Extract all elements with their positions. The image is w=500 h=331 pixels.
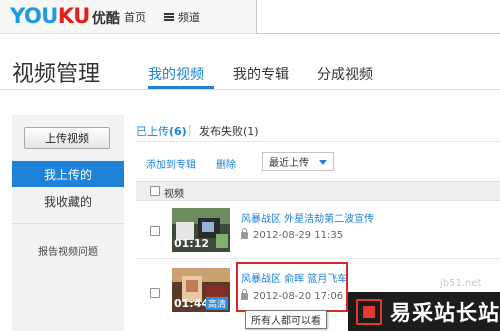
subtab-publish-failed[interactable]: 发布失败(1): [199, 123, 259, 139]
chevron-down-icon: [319, 160, 327, 165]
report-video-problem-link[interactable]: 报告视频问题: [12, 243, 124, 258]
tab-my-videos[interactable]: 我的视频: [148, 64, 204, 84]
video-thumbnail[interactable]: 01:12: [172, 208, 230, 252]
watermark-logo-icon: [356, 298, 382, 325]
sidebar-item-my-uploads[interactable]: 我上传的: [12, 161, 124, 187]
subtab-separator: |: [188, 123, 192, 136]
sidebar: 上传视频 我上传的 我收藏的 报告视频问题: [12, 115, 124, 331]
sort-selected-value: 最近上传: [269, 158, 309, 169]
logo-chinese-text: 优酷: [91, 11, 120, 27]
sidebar-item-my-favorites[interactable]: 我收藏的: [12, 188, 124, 214]
header-divider: [0, 89, 500, 90]
subtab-uploaded[interactable]: 已上传(6): [136, 123, 187, 139]
video-date-text: 2012-08-29 11:35: [253, 230, 344, 241]
list-header: [136, 181, 500, 201]
video-duration: 01:44: [174, 297, 210, 310]
video-thumbnail[interactable]: 01:44 高清: [172, 268, 230, 312]
youku-logo[interactable]: YOU KU 优酷: [10, 4, 120, 28]
row-checkbox[interactable]: [150, 288, 160, 298]
nav-channel-label: 频道: [178, 11, 200, 24]
logo-ku-text: KU: [57, 4, 90, 28]
search-input[interactable]: [256, 0, 500, 34]
nav-channel-menu[interactable]: 频道: [164, 9, 200, 25]
privacy-tooltip: 所有人都可以看: [245, 310, 327, 329]
tab-my-albums[interactable]: 我的专辑: [233, 64, 289, 84]
video-title-link[interactable]: 风暴战区 外星洁劫第二波宣传: [241, 210, 374, 225]
select-all-checkbox[interactable]: [150, 186, 160, 196]
hd-badge: 高清: [205, 297, 228, 310]
add-to-album-link[interactable]: 添加到专辑: [146, 156, 196, 171]
delete-link[interactable]: 删除: [216, 156, 236, 171]
menu-icon: [164, 13, 174, 21]
tab-revenue-videos[interactable]: 分成视频: [317, 64, 373, 84]
nav-home-link[interactable]: 首页: [124, 9, 146, 25]
row-checkbox[interactable]: [150, 226, 160, 236]
site-watermark: 易采站长站: [348, 292, 500, 331]
page-title: 视频管理: [12, 62, 101, 87]
sidebar-divider: [12, 223, 124, 224]
sort-dropdown[interactable]: 最近上传: [262, 152, 334, 171]
row-divider: [136, 258, 500, 259]
top-navigation-bar: YOU KU 优酷 首页 频道: [0, 0, 500, 34]
watermark-text: 易采站长站: [390, 300, 500, 325]
upload-video-button[interactable]: 上传视频: [24, 127, 110, 149]
faint-watermark-text: jb51.net: [440, 278, 482, 289]
subtab-uploaded-count: (6): [169, 125, 187, 138]
annotation-highlight-box: [236, 262, 348, 312]
list-header-label: 视频: [164, 189, 184, 200]
logo-you-text: YOU: [10, 4, 58, 28]
lock-icon[interactable]: [241, 228, 248, 239]
content-divider: [136, 141, 500, 142]
subtab-uploaded-label: 已上传: [136, 125, 169, 138]
video-duration: 01:12: [174, 237, 210, 250]
video-date: 2012-08-29 11:35: [241, 228, 344, 241]
